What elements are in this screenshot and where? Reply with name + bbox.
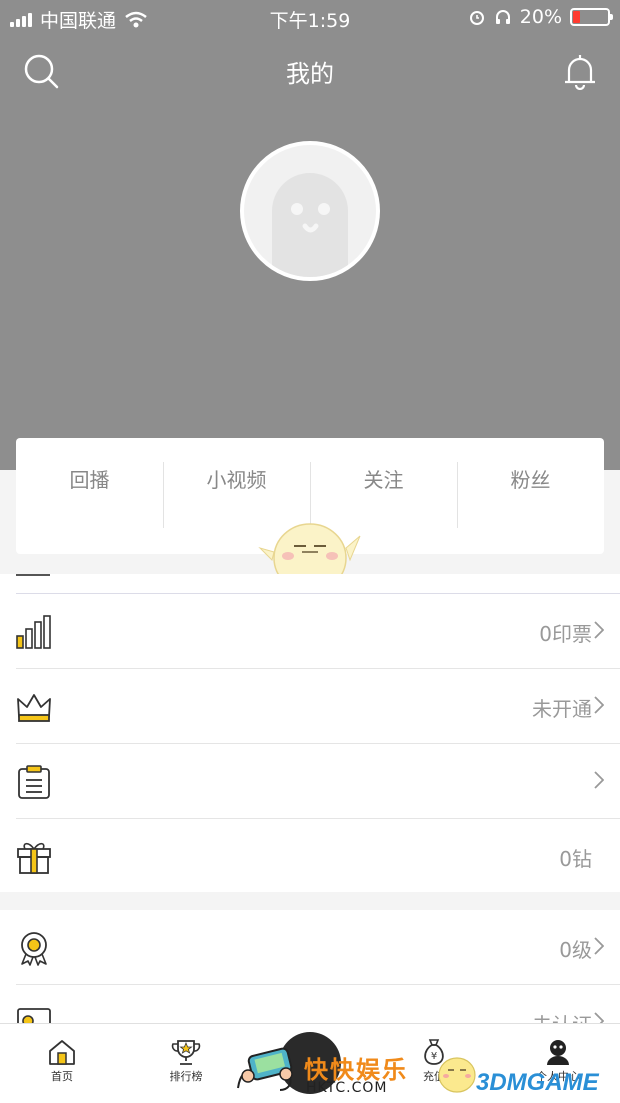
trophy-icon <box>171 1040 201 1065</box>
chevron-right-icon <box>594 621 604 639</box>
row-value: 未开通 <box>532 697 592 721</box>
chick-mascot-watermark-small <box>438 1057 476 1093</box>
account-list: 0印票 未开通 0钻 <box>0 574 620 892</box>
level-list: 0级 未认证 <box>0 910 620 1023</box>
divider <box>16 574 620 594</box>
stat-label: 关注 <box>363 468 404 492</box>
list-item-ticket[interactable]: 0印票 <box>16 594 620 669</box>
list-item-diamonds[interactable]: 0钻 <box>16 819 620 894</box>
chevron-right-icon <box>594 937 604 955</box>
headphones-icon <box>495 10 510 24</box>
clipboard-icon <box>18 765 50 799</box>
profile-header: 中国联通 下午1:59 20% 我的 <box>0 0 620 470</box>
status-bar: 中国联通 下午1:59 20% <box>0 0 620 36</box>
list-item-vip[interactable]: 未开通 <box>16 669 620 744</box>
ghost-avatar-icon <box>272 173 348 277</box>
watermark-brand: 3DMGAME <box>476 1069 599 1096</box>
medal-icon <box>21 932 47 966</box>
list-item-level[interactable]: 0级 <box>16 910 620 985</box>
gift-icon <box>17 842 51 874</box>
row-value: 0级 <box>559 938 592 962</box>
avatar[interactable] <box>240 141 380 281</box>
nav-bar: 我的 <box>0 46 620 96</box>
phone-gamer-watermark <box>237 1047 293 1091</box>
alarm-icon <box>469 11 484 25</box>
bar-chart-icon <box>16 615 51 649</box>
battery-icon <box>570 8 613 26</box>
stat-label: 粉丝 <box>510 468 551 492</box>
list-item-orders[interactable] <box>16 744 620 819</box>
row-value: 0印票 <box>539 622 592 646</box>
stat-replay[interactable]: 回播 <box>16 438 163 554</box>
divider <box>16 574 50 576</box>
user-icon <box>547 1040 569 1065</box>
stat-fans[interactable]: 粉丝 <box>457 438 604 554</box>
list-item-verification[interactable]: 未认证 <box>16 985 620 1023</box>
tab-label: 首页 <box>51 1070 73 1083</box>
row-value: 未认证 <box>532 1009 592 1023</box>
id-card-icon <box>17 1008 51 1023</box>
watermark-site-url: HKTC.COM <box>306 1080 388 1096</box>
chevron-right-icon <box>594 1012 604 1023</box>
chevron-right-icon <box>594 771 604 789</box>
home-icon <box>49 1040 75 1065</box>
page-title: 我的 <box>286 60 334 88</box>
battery-percent: 20% <box>519 6 562 28</box>
crown-icon <box>17 694 51 722</box>
stat-label: 小视频 <box>206 468 267 492</box>
chevron-right-icon <box>594 696 604 714</box>
stat-label: 回播 <box>69 468 110 492</box>
bell-icon[interactable] <box>562 52 598 90</box>
tab-home[interactable]: 首页 <box>22 1038 102 1084</box>
tab-label: 排行榜 <box>169 1070 203 1083</box>
battery-level <box>573 11 580 23</box>
tab-ranking[interactable]: 排行榜 <box>146 1038 226 1084</box>
row-value: 0钻 <box>559 847 592 871</box>
